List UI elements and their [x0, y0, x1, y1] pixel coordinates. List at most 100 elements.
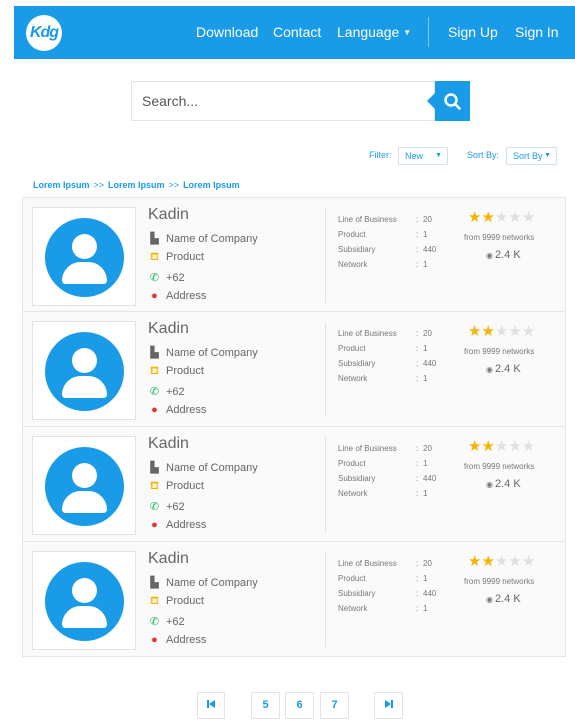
stat-value-subsidiary: 440	[423, 359, 437, 368]
first-page-icon	[207, 700, 215, 708]
stat-value-network: 1	[423, 374, 428, 383]
stat-label-line-of-business: Line of Business	[338, 215, 397, 224]
user-avatar-icon	[45, 218, 124, 297]
phone-text: +62	[166, 386, 185, 398]
stat-colon: :	[416, 359, 419, 368]
breadcrumb-item[interactable]: Lorem Ipsum	[183, 180, 240, 190]
stat-colon: :	[416, 589, 419, 598]
company-title[interactable]: Kadin	[148, 550, 189, 568]
filter-select[interactable]: New ▼	[398, 147, 448, 165]
page-button[interactable]: 7	[320, 692, 349, 719]
networks-count: from 9999 networks	[464, 462, 535, 471]
star-filled-icon: ★	[481, 323, 495, 340]
sort-label: Sort By:	[467, 150, 500, 160]
company-title[interactable]: Kadin	[148, 320, 189, 338]
product-line: ⛾ Product	[148, 251, 204, 265]
map-pin-icon: ●	[151, 290, 158, 302]
caret-down-icon: ▼	[435, 152, 442, 159]
stat-value-network: 1	[423, 489, 428, 498]
nav-download-link[interactable]: Download	[196, 6, 258, 59]
page-button[interactable]: 5	[251, 692, 280, 719]
stat-label-subsidiary: Subsidiary	[338, 474, 376, 483]
company-name: Name of Company	[166, 462, 258, 474]
address-line: ● Address	[148, 634, 206, 646]
star-rating: ★★★★★	[468, 210, 535, 225]
phone-text: +62	[166, 272, 185, 284]
user-avatar-icon	[45, 332, 124, 411]
star-empty-icon: ★	[508, 438, 522, 455]
first-page-button[interactable]	[197, 692, 225, 719]
stat-label-line-of-business: Line of Business	[338, 444, 397, 453]
search-input[interactable]	[131, 81, 435, 121]
stat-label-subsidiary: Subsidiary	[338, 589, 376, 598]
stat-value-subsidiary: 440	[423, 589, 437, 598]
company-name: Name of Company	[166, 577, 258, 589]
product-line: ⛾ Product	[148, 480, 204, 494]
stat-label-subsidiary: Subsidiary	[338, 359, 376, 368]
sign-in-link[interactable]: Sign In	[515, 6, 559, 59]
map-pin-icon: ●	[151, 634, 158, 646]
phone-icon: ✆	[149, 616, 160, 628]
view-count-value: 2.4 K	[494, 363, 521, 375]
star-empty-icon: ★	[494, 209, 509, 226]
card-divider	[325, 322, 326, 417]
stat-colon: :	[416, 230, 419, 239]
sign-up-link[interactable]: Sign Up	[448, 6, 498, 59]
star-filled-icon: ★	[481, 553, 495, 570]
product-text: Product	[166, 480, 204, 492]
star-empty-icon: ★	[521, 553, 536, 570]
result-card[interactable]: Kadin ▙ Name of Company ⛾ Product ✆ +62 ● Ad…	[22, 542, 566, 657]
breadcrumb: Lorem Ipsum >> Lorem Ipsum >> Lorem Ipsum	[33, 180, 240, 190]
stat-value-product: 1	[423, 230, 428, 239]
user-avatar-icon	[45, 562, 124, 641]
breadcrumb-item[interactable]: Lorem Ipsum	[33, 180, 90, 190]
building-icon: ▙	[150, 233, 159, 245]
result-card[interactable]: Kadin ▙ Name of Company ⛾ Product ✆ +62 ● Ad…	[22, 197, 566, 312]
breadcrumb-separator: >>	[93, 180, 105, 190]
building-icon: ▙	[150, 462, 159, 474]
star-empty-icon: ★	[521, 323, 536, 340]
last-page-button[interactable]	[374, 692, 403, 719]
nav-language-dropdown[interactable]: Language ▼	[337, 6, 411, 59]
breadcrumb-item[interactable]: Lorem Ipsum	[108, 180, 165, 190]
company-title[interactable]: Kadin	[148, 206, 189, 224]
star-filled-icon: ★	[468, 438, 482, 455]
page-button[interactable]: 6	[285, 692, 314, 719]
phone-icon: ✆	[149, 272, 160, 284]
stat-label-product: Product	[338, 574, 366, 583]
profile-photo	[32, 551, 136, 650]
company-name-line: ▙ Name of Company	[148, 576, 258, 589]
stat-label-product: Product	[338, 230, 366, 239]
logo[interactable]: Kdg	[26, 15, 62, 51]
card-divider	[325, 437, 326, 532]
star-empty-icon: ★	[494, 323, 509, 340]
result-card[interactable]: Kadin ▙ Name of Company ⛾ Product ✆ +62 ● Ad…	[22, 312, 566, 427]
stat-colon: :	[416, 245, 419, 254]
address-line: ● Address	[148, 290, 206, 302]
result-card[interactable]: Kadin ▙ Name of Company ⛾ Product ✆ +62 ● Ad…	[22, 427, 566, 542]
nav-contact-link[interactable]: Contact	[273, 6, 321, 59]
product-text: Product	[166, 595, 204, 607]
product-line: ⛾ Product	[148, 595, 204, 609]
phone-line: ✆ +62	[148, 500, 185, 513]
company-name: Name of Company	[166, 233, 258, 245]
search-icon	[444, 93, 461, 110]
company-title[interactable]: Kadin	[148, 435, 189, 453]
stat-value-network: 1	[423, 604, 428, 613]
stat-label-line-of-business: Line of Business	[338, 329, 397, 338]
stat-value-subsidiary: 440	[423, 474, 437, 483]
map-pin-icon: ●	[151, 519, 158, 531]
filter-label: Filter:	[369, 150, 392, 160]
company-name: Name of Company	[166, 347, 258, 359]
star-rating: ★★★★★	[468, 554, 535, 569]
map-pin-icon: ●	[151, 404, 158, 416]
view-count-value: 2.4 K	[494, 593, 521, 605]
stat-label-line-of-business: Line of Business	[338, 559, 397, 568]
address-line: ● Address	[148, 519, 206, 531]
sort-select[interactable]: Sort By ▼	[506, 147, 557, 165]
star-filled-icon: ★	[468, 323, 482, 340]
address-line: ● Address	[148, 404, 206, 416]
card-divider	[325, 208, 326, 303]
cart-icon: ⛾	[150, 480, 159, 492]
search-button[interactable]	[427, 81, 470, 121]
